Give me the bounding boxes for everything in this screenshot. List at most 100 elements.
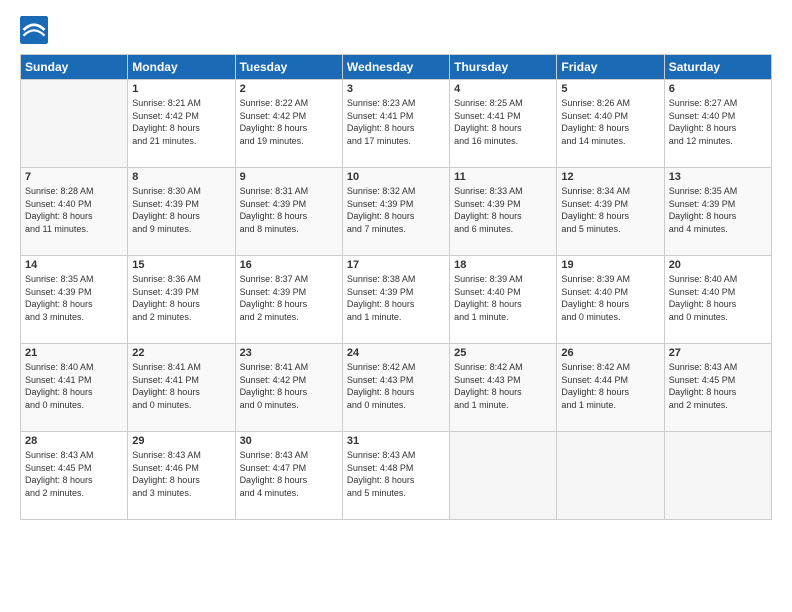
day-info-line: Sunset: 4:48 PM [347,463,414,473]
day-info-line: Sunset: 4:41 PM [25,375,92,385]
calendar-cell: 14Sunrise: 8:35 AMSunset: 4:39 PMDayligh… [21,256,128,344]
calendar-header-monday: Monday [128,55,235,80]
calendar-cell: 10Sunrise: 8:32 AMSunset: 4:39 PMDayligh… [342,168,449,256]
day-number: 12 [561,171,659,183]
calendar-cell: 6Sunrise: 8:27 AMSunset: 4:40 PMDaylight… [664,80,771,168]
day-info-line: Daylight: 8 hours [347,123,415,133]
calendar-header-row: SundayMondayTuesdayWednesdayThursdayFrid… [21,55,772,80]
day-info-line: Sunset: 4:40 PM [669,287,736,297]
day-info: Sunrise: 8:42 AMSunset: 4:44 PMDaylight:… [561,361,659,411]
day-info-line: Sunset: 4:47 PM [240,463,307,473]
day-number: 8 [132,171,230,183]
calendar-cell: 2Sunrise: 8:22 AMSunset: 4:42 PMDaylight… [235,80,342,168]
day-number: 25 [454,347,552,359]
day-info-line: Sunrise: 8:21 AM [132,98,201,108]
day-number: 27 [669,347,767,359]
day-info-line: Sunrise: 8:43 AM [347,450,416,460]
calendar-week-1: 1Sunrise: 8:21 AMSunset: 4:42 PMDaylight… [21,80,772,168]
day-info-line: Sunset: 4:39 PM [132,287,199,297]
calendar-cell: 30Sunrise: 8:43 AMSunset: 4:47 PMDayligh… [235,432,342,520]
day-number: 23 [240,347,338,359]
day-info: Sunrise: 8:43 AMSunset: 4:46 PMDaylight:… [132,449,230,499]
logo [20,16,52,44]
day-info: Sunrise: 8:43 AMSunset: 4:47 PMDaylight:… [240,449,338,499]
day-info-line: and 9 minutes. [132,224,191,234]
day-info-line: Daylight: 8 hours [25,387,93,397]
day-info-line: Sunrise: 8:35 AM [669,186,738,196]
day-info-line: Sunrise: 8:43 AM [25,450,94,460]
day-info-line: Sunrise: 8:26 AM [561,98,630,108]
day-info-line: Daylight: 8 hours [347,387,415,397]
calendar-cell: 3Sunrise: 8:23 AMSunset: 4:41 PMDaylight… [342,80,449,168]
day-info: Sunrise: 8:28 AMSunset: 4:40 PMDaylight:… [25,185,123,235]
day-info: Sunrise: 8:41 AMSunset: 4:41 PMDaylight:… [132,361,230,411]
day-info-line: and 21 minutes. [132,136,196,146]
day-number: 15 [132,259,230,271]
day-number: 28 [25,435,123,447]
day-info-line: Sunset: 4:39 PM [561,199,628,209]
day-info-line: and 4 minutes. [240,488,299,498]
day-info: Sunrise: 8:35 AMSunset: 4:39 PMDaylight:… [669,185,767,235]
calendar-cell: 16Sunrise: 8:37 AMSunset: 4:39 PMDayligh… [235,256,342,344]
calendar-week-4: 21Sunrise: 8:40 AMSunset: 4:41 PMDayligh… [21,344,772,432]
calendar-cell: 24Sunrise: 8:42 AMSunset: 4:43 PMDayligh… [342,344,449,432]
day-info: Sunrise: 8:38 AMSunset: 4:39 PMDaylight:… [347,273,445,323]
day-info-line: Daylight: 8 hours [240,475,308,485]
calendar-cell: 11Sunrise: 8:33 AMSunset: 4:39 PMDayligh… [450,168,557,256]
day-info-line: Sunset: 4:41 PM [132,375,199,385]
day-info-line: and 3 minutes. [132,488,191,498]
day-info: Sunrise: 8:36 AMSunset: 4:39 PMDaylight:… [132,273,230,323]
day-info-line: Sunset: 4:39 PM [240,287,307,297]
day-info: Sunrise: 8:41 AMSunset: 4:42 PMDaylight:… [240,361,338,411]
day-info-line: and 16 minutes. [454,136,518,146]
header [20,16,772,44]
day-info-line: and 2 minutes. [669,400,728,410]
day-info-line: Sunrise: 8:40 AM [669,274,738,284]
day-info-line: Sunrise: 8:42 AM [454,362,523,372]
day-info-line: Sunset: 4:40 PM [25,199,92,209]
day-info-line: Sunrise: 8:39 AM [454,274,523,284]
day-info-line: Sunset: 4:42 PM [240,111,307,121]
day-info-line: Sunrise: 8:38 AM [347,274,416,284]
day-info-line: Daylight: 8 hours [669,387,737,397]
day-number: 16 [240,259,338,271]
day-info-line: Sunrise: 8:31 AM [240,186,309,196]
day-info-line: Sunset: 4:43 PM [454,375,521,385]
day-number: 20 [669,259,767,271]
day-info-line: and 0 minutes. [240,400,299,410]
day-number: 29 [132,435,230,447]
day-info-line: and 1 minute. [454,400,509,410]
day-info: Sunrise: 8:25 AMSunset: 4:41 PMDaylight:… [454,97,552,147]
day-info: Sunrise: 8:37 AMSunset: 4:39 PMDaylight:… [240,273,338,323]
day-info-line: Sunset: 4:41 PM [454,111,521,121]
calendar-week-3: 14Sunrise: 8:35 AMSunset: 4:39 PMDayligh… [21,256,772,344]
day-info: Sunrise: 8:43 AMSunset: 4:48 PMDaylight:… [347,449,445,499]
day-info-line: Sunrise: 8:32 AM [347,186,416,196]
day-info-line: Sunrise: 8:42 AM [347,362,416,372]
day-info-line: Sunset: 4:39 PM [240,199,307,209]
day-info: Sunrise: 8:31 AMSunset: 4:39 PMDaylight:… [240,185,338,235]
day-info-line: Daylight: 8 hours [454,123,522,133]
day-info-line: Daylight: 8 hours [347,211,415,221]
day-info-line: Sunrise: 8:37 AM [240,274,309,284]
day-info-line: and 0 minutes. [25,400,84,410]
calendar-cell: 5Sunrise: 8:26 AMSunset: 4:40 PMDaylight… [557,80,664,168]
day-info-line: and 7 minutes. [347,224,406,234]
day-info-line: Sunrise: 8:40 AM [25,362,94,372]
day-info-line: Sunset: 4:40 PM [561,287,628,297]
day-info: Sunrise: 8:39 AMSunset: 4:40 PMDaylight:… [454,273,552,323]
day-info-line: and 2 minutes. [240,312,299,322]
day-info-line: Daylight: 8 hours [454,299,522,309]
day-info: Sunrise: 8:39 AMSunset: 4:40 PMDaylight:… [561,273,659,323]
day-info-line: and 3 minutes. [25,312,84,322]
day-info-line: and 19 minutes. [240,136,304,146]
day-number: 22 [132,347,230,359]
day-info-line: Daylight: 8 hours [240,123,308,133]
day-info-line: and 14 minutes. [561,136,625,146]
day-info: Sunrise: 8:43 AMSunset: 4:45 PMDaylight:… [25,449,123,499]
day-info-line: and 6 minutes. [454,224,513,234]
day-info-line: Sunrise: 8:36 AM [132,274,201,284]
day-number: 3 [347,83,445,95]
calendar-cell [557,432,664,520]
calendar-cell: 21Sunrise: 8:40 AMSunset: 4:41 PMDayligh… [21,344,128,432]
